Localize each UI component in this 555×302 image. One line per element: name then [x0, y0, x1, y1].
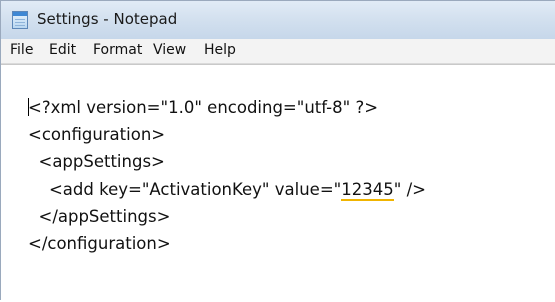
code-line-2: <configuration>: [28, 125, 166, 144]
text-editor-area[interactable]: <?xml version="1.0" encoding="utf-8" ?> …: [1, 64, 555, 302]
notepad-window: Settings - Notepad File Edit Format View…: [0, 0, 555, 302]
code-line-4: <add key="ActivationKey" value="12345" /…: [28, 179, 426, 201]
window-title: Settings - Notepad: [37, 10, 178, 28]
code-line-5: </appSettings>: [28, 207, 171, 226]
menu-format[interactable]: Format: [93, 42, 142, 58]
code-line-4-end: " />: [393, 180, 426, 199]
notepad-icon: [12, 11, 28, 29]
text-caret: [28, 98, 29, 116]
code-line-4-start: <add key="ActivationKey" value=": [28, 180, 342, 199]
menu-file[interactable]: File: [10, 42, 33, 58]
highlighted-value: 12345: [341, 180, 394, 201]
code-line-1: <?xml version="1.0" encoding="utf-8" ?>: [28, 98, 379, 117]
title-bar[interactable]: Settings - Notepad: [1, 1, 555, 39]
code-line-3: <appSettings>: [28, 152, 165, 171]
code-line-6: </configuration>: [28, 234, 171, 253]
menu-bar: File Edit Format View Help: [1, 39, 555, 64]
menu-help[interactable]: Help: [204, 42, 236, 58]
menu-view[interactable]: View: [153, 42, 186, 58]
menu-edit[interactable]: Edit: [49, 42, 76, 58]
